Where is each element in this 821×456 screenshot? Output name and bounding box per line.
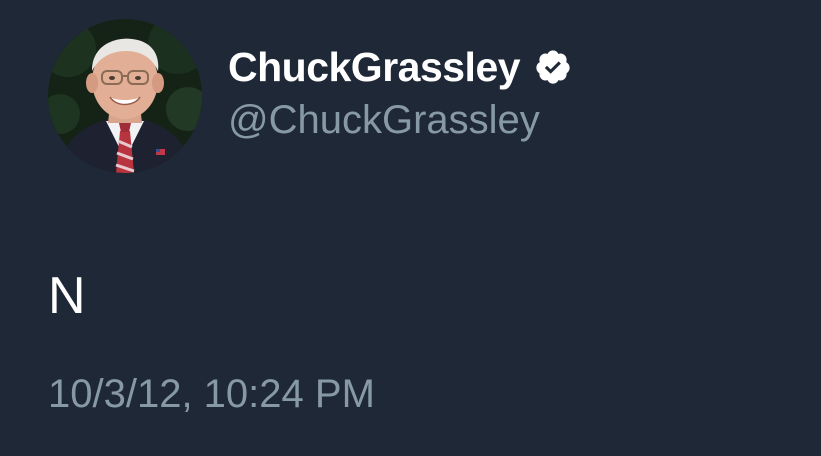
avatar[interactable] [48,19,202,173]
verified-badge-icon [534,48,572,86]
profile-photo-icon [48,19,202,173]
tweet-text: N [48,267,86,325]
display-name[interactable]: ChuckGrassley [228,42,521,92]
tweet-card: ChuckGrassley @ChuckGrassley N 10/3/12, … [0,0,821,456]
tweet-timestamp[interactable]: 10/3/12, 10:24 PM [48,370,375,418]
display-name-row: ChuckGrassley [228,42,572,92]
user-handle[interactable]: @ChuckGrassley [228,96,540,144]
